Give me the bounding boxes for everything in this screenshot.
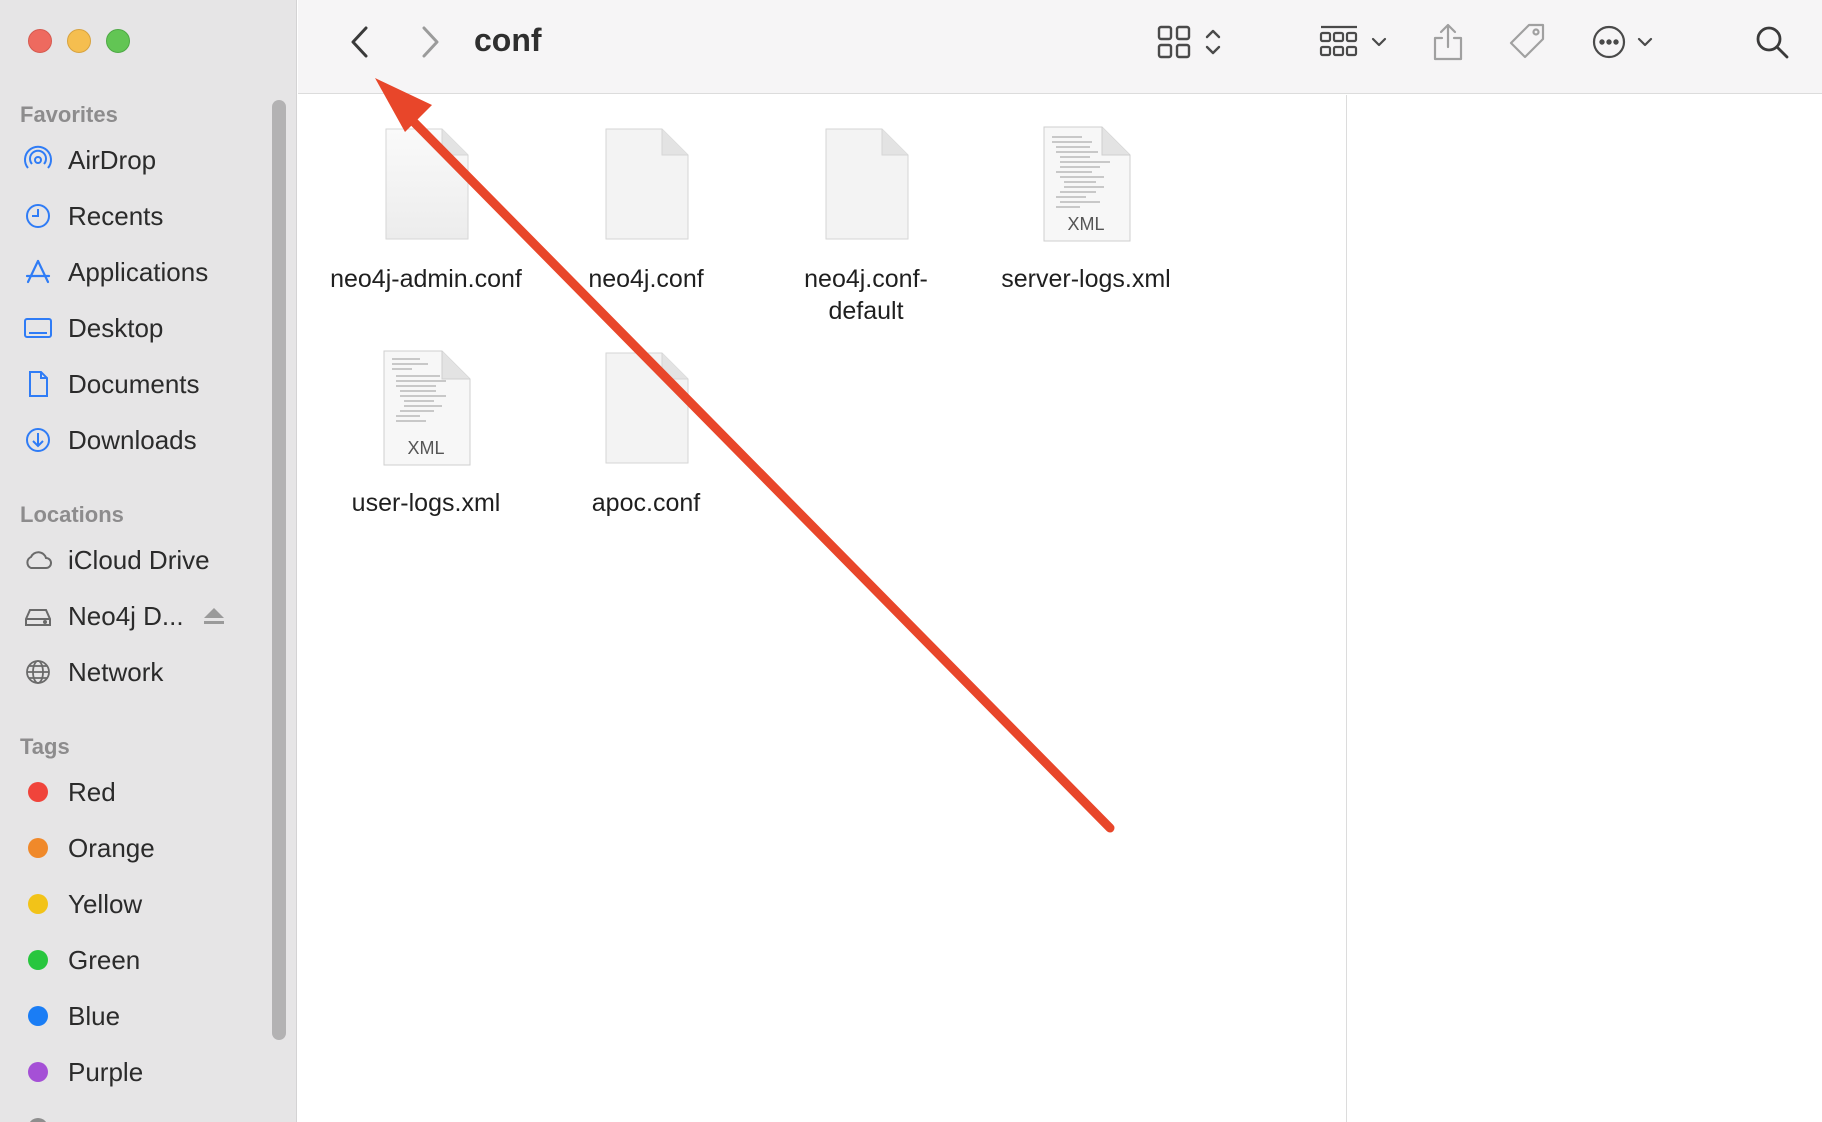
xml-badge: XML xyxy=(1067,214,1105,234)
sidebar-tag-purple[interactable]: Purple xyxy=(20,1052,143,1092)
chevron-right-icon xyxy=(422,26,439,58)
clock-icon xyxy=(20,198,56,234)
tag-color-dot xyxy=(28,838,48,858)
window-title: conf xyxy=(474,22,542,58)
sidebar-item-desktop[interactable]: Desktop xyxy=(20,308,163,348)
forward-button[interactable] xyxy=(410,22,450,62)
sidebar-item-applications[interactable]: Applications xyxy=(20,252,208,292)
sidebar-tag-partial[interactable] xyxy=(20,1108,68,1122)
file-item[interactable]: apoc.conf xyxy=(546,349,746,519)
sidebar-item-label: Desktop xyxy=(68,312,164,343)
tag-button[interactable] xyxy=(1504,18,1552,66)
xml-document-icon: XML xyxy=(378,349,474,469)
xml-badge: XML xyxy=(407,438,445,458)
sidebar-item-documents[interactable]: Documents xyxy=(20,364,200,404)
sidebar-item-label: Network xyxy=(68,656,164,687)
locations-section-title: Locations xyxy=(20,502,124,527)
sidebar-item-label: Orange xyxy=(68,832,155,863)
tag-color-dot xyxy=(28,782,48,802)
tag-color-dot xyxy=(28,1006,48,1026)
sidebar-tag-red[interactable]: Red xyxy=(20,772,116,812)
search-icon xyxy=(1756,26,1789,59)
sidebar-item-icloud-drive[interactable]: iCloud Drive xyxy=(20,540,210,580)
sidebar-tag-green[interactable]: Green xyxy=(20,940,140,980)
share-icon xyxy=(1433,23,1463,61)
sidebar-item-label: AirDrop xyxy=(68,144,157,175)
applications-icon xyxy=(20,254,56,290)
file-item[interactable]: neo4j.conf- default xyxy=(766,125,966,327)
tags-section-title: Tags xyxy=(20,734,70,759)
xml-document-icon: XML xyxy=(1038,125,1134,245)
preview-pane xyxy=(1346,95,1822,1122)
ellipsis-circle-icon xyxy=(1592,25,1653,59)
more-actions-button[interactable] xyxy=(1588,20,1664,64)
sidebar-item-label: Purple xyxy=(68,1056,144,1087)
sidebar-item-label: Blue xyxy=(68,1000,121,1031)
minimize-window-button[interactable] xyxy=(67,29,91,53)
file-name: server-logs.xml xyxy=(1001,265,1171,293)
eject-icon[interactable] xyxy=(202,604,226,628)
tag-color-dot xyxy=(28,894,48,914)
view-mode-button[interactable] xyxy=(1156,20,1228,64)
close-window-button[interactable] xyxy=(28,29,52,53)
file-grid: neo4j-admin.conf neo4j.conf neo4j.conf- … xyxy=(298,95,1345,1122)
sidebar-scrollbar[interactable] xyxy=(272,100,286,1040)
tag-color-dot xyxy=(28,950,48,970)
sidebar-item-label: iCloud Drive xyxy=(68,544,210,575)
sidebar-item-network[interactable]: Network xyxy=(20,652,163,692)
favorites-section-title: Favorites xyxy=(20,102,118,127)
sidebar-item-label: Red xyxy=(68,776,116,807)
tag-color-dot xyxy=(28,1062,48,1082)
blank-document-icon xyxy=(598,349,694,469)
file-name: neo4j-admin.conf xyxy=(330,265,522,293)
desktop-icon xyxy=(20,310,56,346)
grid-view-icon xyxy=(1157,25,1221,59)
sidebar-item-label: Yellow xyxy=(68,888,143,919)
share-button[interactable] xyxy=(1426,18,1470,66)
search-button[interactable] xyxy=(1750,20,1794,64)
file-item[interactable]: neo4j.conf xyxy=(546,125,746,295)
sidebar-item-airdrop[interactable]: AirDrop xyxy=(20,140,156,180)
sidebar-item-neo4j-drive[interactable]: Neo4j D... xyxy=(20,596,226,636)
blank-document-icon xyxy=(378,125,474,245)
blank-document-icon xyxy=(818,125,914,245)
finder-window: Favorites AirDrop Recents Applications D… xyxy=(0,0,1822,1122)
sidebar-item-label: Neo4j D... xyxy=(68,600,184,631)
sidebar-item-label: Recents xyxy=(68,200,164,231)
group-by-button[interactable] xyxy=(1318,20,1392,64)
tag-color-dot xyxy=(28,1118,48,1122)
sidebar-item-label: Applications xyxy=(68,256,209,287)
chevron-left-icon xyxy=(351,26,368,58)
document-icon xyxy=(20,366,56,402)
group-icon xyxy=(1319,25,1387,57)
sidebar-tag-blue[interactable]: Blue xyxy=(20,996,120,1036)
blank-document-icon xyxy=(598,125,694,245)
sidebar-tag-orange[interactable]: Orange xyxy=(20,828,155,868)
sidebar: Favorites AirDrop Recents Applications D… xyxy=(0,0,297,1122)
globe-icon xyxy=(20,654,56,690)
toolbar: conf xyxy=(298,0,1822,94)
drive-icon xyxy=(20,598,56,634)
file-name: neo4j.conf- default xyxy=(804,265,928,325)
file-name: user-logs.xml xyxy=(351,489,501,517)
sidebar-tag-yellow[interactable]: Yellow xyxy=(20,884,142,924)
sidebar-item-label: Downloads xyxy=(68,424,197,455)
sidebar-item-label: Documents xyxy=(68,368,200,399)
back-button[interactable] xyxy=(340,22,380,62)
download-icon xyxy=(20,422,56,458)
file-item[interactable]: XML user-logs.xml xyxy=(326,349,526,519)
cloud-icon xyxy=(20,542,56,578)
window-controls xyxy=(28,29,130,53)
zoom-window-button[interactable] xyxy=(106,29,130,53)
file-name: apoc.conf xyxy=(591,489,701,517)
file-item[interactable]: neo4j-admin.conf xyxy=(326,125,526,295)
file-name: neo4j.conf xyxy=(588,265,704,293)
tag-icon xyxy=(1509,23,1545,59)
sidebar-item-recents[interactable]: Recents xyxy=(20,196,163,236)
sidebar-item-label: Green xyxy=(68,944,141,975)
sidebar-item-downloads[interactable]: Downloads xyxy=(20,420,197,460)
file-item[interactable]: XML server-logs.xml xyxy=(986,125,1186,295)
airdrop-icon xyxy=(20,142,56,178)
